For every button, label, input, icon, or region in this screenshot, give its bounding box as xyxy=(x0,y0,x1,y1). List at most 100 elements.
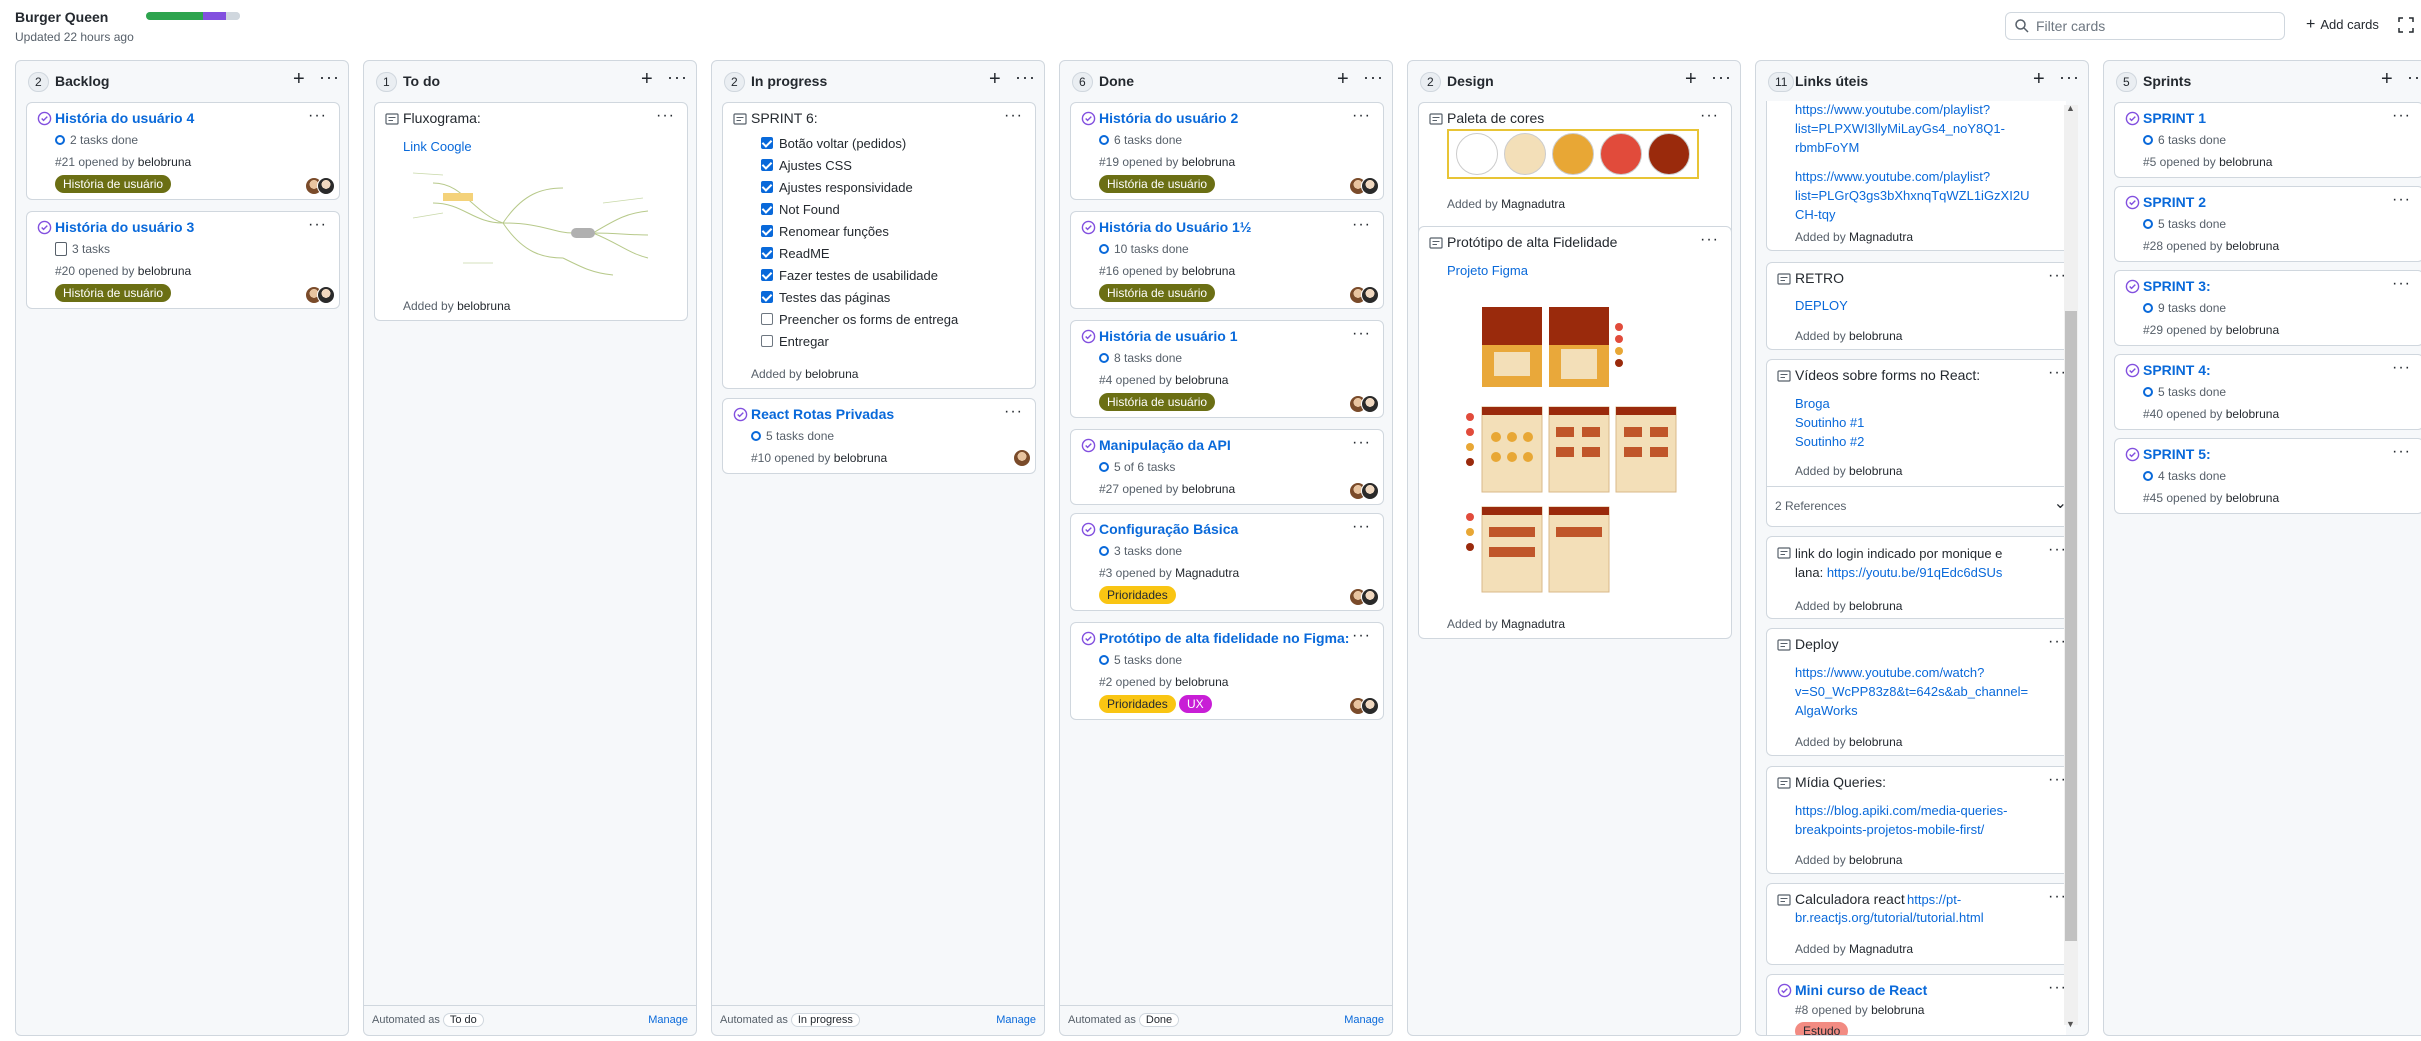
filter-cards-input-wrapper[interactable] xyxy=(2005,12,2285,40)
card-menu-button[interactable]: ··· xyxy=(1352,627,1371,645)
issue-card[interactable]: SPRINT 2 ··· 5 tasks done #28 opened by bel… xyxy=(2114,186,2421,262)
avatar[interactable] xyxy=(1013,449,1031,467)
issue-card[interactable]: SPRINT 3: ··· 9 tasks done #29 opened by be… xyxy=(2114,270,2421,346)
checkbox[interactable] xyxy=(761,137,773,149)
card-menu-button[interactable]: ··· xyxy=(2392,359,2411,377)
add-card-button[interactable]: + xyxy=(293,68,305,91)
note-link[interactable]: breakpoints-projetos-mobile-first/ xyxy=(1795,822,1984,837)
issue-title[interactable]: Mini curso de React xyxy=(1795,982,1927,998)
manage-automation-link[interactable]: Manage xyxy=(996,1014,1036,1026)
manage-automation-link[interactable]: Manage xyxy=(648,1014,688,1026)
card-menu-button[interactable]: ··· xyxy=(1700,107,1719,125)
note-link[interactable]: AlgaWorks xyxy=(1795,703,1858,718)
filter-cards-input[interactable] xyxy=(2036,17,2276,35)
issue-card[interactable]: História do Usuário 1½ ··· 10 tasks done #1… xyxy=(1070,211,1384,309)
issue-title[interactable]: Configuração Básica xyxy=(1099,521,1238,537)
label-ux[interactable]: UX xyxy=(1179,695,1212,713)
fullscreen-icon[interactable] xyxy=(2398,17,2414,33)
label-estudo[interactable]: Estudo xyxy=(1795,1022,1849,1035)
checklist-item[interactable]: Ajustes responsividade xyxy=(761,180,913,195)
note-card[interactable]: Calculadora react https://pt-br.reactjs.… xyxy=(1766,883,2066,965)
card-menu-button[interactable]: ··· xyxy=(1352,216,1371,234)
column-menu-button[interactable]: ··· xyxy=(1015,67,1036,88)
column-menu-button[interactable]: ··· xyxy=(667,67,688,88)
checklist-item[interactable]: Renomear funções xyxy=(761,224,889,239)
add-card-button[interactable]: + xyxy=(2381,68,2393,91)
scroll-down-arrow-icon[interactable]: ▼ xyxy=(2066,1019,2075,1029)
avatar[interactable] xyxy=(1361,177,1379,195)
add-card-button[interactable]: + xyxy=(2033,68,2045,91)
card-menu-button[interactable]: ··· xyxy=(2392,107,2411,125)
card-menu-button[interactable]: ··· xyxy=(2392,275,2411,293)
label-hist-ria-de-usu-rio[interactable]: História de usuário xyxy=(1099,175,1216,193)
note-link[interactable]: https://www.youtube.com/watch? xyxy=(1795,665,1984,680)
checklist-item[interactable]: ReadME xyxy=(761,246,830,261)
add-cards-button[interactable]: + Add cards xyxy=(2306,16,2379,34)
issue-card[interactable]: Protótipo de alta fidelidade no Figma: ··… xyxy=(1070,622,1384,720)
checklist-item[interactable]: Not Found xyxy=(761,202,840,217)
add-card-button[interactable]: + xyxy=(989,68,1001,91)
card-menu-button[interactable]: ··· xyxy=(1700,231,1719,249)
checkbox[interactable] xyxy=(761,181,773,193)
avatar[interactable] xyxy=(317,286,335,304)
add-card-button[interactable]: + xyxy=(641,68,653,91)
card-menu-button[interactable]: ··· xyxy=(2392,191,2411,209)
issue-card[interactable]: SPRINT 1 ··· 6 tasks done #5 opened by belo… xyxy=(2114,102,2421,178)
checkbox[interactable] xyxy=(761,203,773,215)
card-menu-button[interactable]: ··· xyxy=(2392,443,2411,461)
issue-title[interactable]: SPRINT 4: xyxy=(2143,362,2211,378)
label-hist-ria-de-usu-rio[interactable]: História de usuário xyxy=(1099,284,1216,302)
note-link[interactable]: rbmbFoYM xyxy=(1795,140,1859,155)
checklist-item[interactable]: Fazer testes de usabilidade xyxy=(761,268,938,283)
card-menu-button[interactable]: ··· xyxy=(656,107,675,125)
note-card[interactable]: RETRO ··· DEPLOY Added by belobruna xyxy=(1766,262,2066,350)
label-historia-de-usuario[interactable]: História de usuário xyxy=(55,175,172,193)
column-menu-button[interactable]: ··· xyxy=(319,67,340,88)
note-card[interactable]: Deploy ··· https://www.youtube.com/watch? v… xyxy=(1766,628,2066,756)
issue-title[interactable]: História do usuário 2 xyxy=(1099,110,1238,126)
issue-card[interactable]: React Rotas Privadas ··· 5 tasks done #1… xyxy=(722,398,1036,474)
note-card[interactable]: Fluxograma: ··· Link Coogle Added by bel… xyxy=(374,102,688,321)
card-menu-button[interactable]: ··· xyxy=(1352,434,1371,452)
issue-card[interactable]: SPRINT 5: ··· 4 tasks done #45 opened by be… xyxy=(2114,438,2421,514)
avatar[interactable] xyxy=(1361,286,1379,304)
manage-automation-link[interactable]: Manage xyxy=(1344,1014,1384,1026)
issue-card[interactable]: História de usuário 1 ··· 8 tasks done #4 o… xyxy=(1070,320,1384,418)
issue-title[interactable]: React Rotas Privadas xyxy=(751,406,894,422)
issue-card[interactable]: História do usuário 3 ··· 3 tasks #20 op… xyxy=(26,211,340,309)
checkbox[interactable] xyxy=(761,313,773,325)
issue-card[interactable]: História do usuário 4 ··· 2 tasks done #… xyxy=(26,102,340,200)
issue-card[interactable]: História do usuário 2 ··· 6 tasks done #19 … xyxy=(1070,102,1384,200)
note-card[interactable]: Mídia Queries: ··· https://blog.apiki.com/… xyxy=(1766,766,2066,874)
checkbox[interactable] xyxy=(761,159,773,171)
checkbox[interactable] xyxy=(761,269,773,281)
note-link[interactable]: v=S0_WcPP83z8&t=642s&ab_channel= xyxy=(1795,684,2028,699)
checklist-item[interactable]: Botão voltar (pedidos) xyxy=(761,136,906,151)
checklist-item[interactable]: Testes das páginas xyxy=(761,290,890,305)
note-link[interactable]: Link Coogle xyxy=(403,139,472,154)
checkbox[interactable] xyxy=(761,247,773,259)
note-card[interactable]: Protótipo de alta Fidelidade ··· Projeto… xyxy=(1418,226,1732,639)
note-link[interactable]: https://youtu.be/91qEdc6dSUs xyxy=(1827,565,2003,580)
note-card[interactable]: Vídeos sobre forms no React: ··· Broga Sout… xyxy=(1766,359,2066,527)
checklist-item[interactable]: Ajustes CSS xyxy=(761,158,852,173)
issue-title[interactable]: Protótipo de alta fidelidade no Figma: xyxy=(1099,630,1349,646)
column-menu-button[interactable]: ··· xyxy=(1363,67,1384,88)
avatar[interactable] xyxy=(1361,588,1379,606)
note-link[interactable]: https://www.youtube.com/playlist? xyxy=(1795,102,1990,117)
card-menu-button[interactable]: ··· xyxy=(1352,107,1371,125)
checklist-item[interactable]: Entregar xyxy=(761,334,829,349)
note-link[interactable]: DEPLOY xyxy=(1795,298,1848,313)
note-link[interactable]: Soutinho #1 xyxy=(1795,415,1864,430)
column-menu-button[interactable]: ··· xyxy=(1711,67,1732,88)
note-card[interactable]: SPRINT 6: ··· Botão voltar (pedidos) Ajus… xyxy=(722,102,1036,389)
note-link[interactable]: https://blog.apiki.com/media-queries- xyxy=(1795,803,2007,818)
issue-card[interactable]: Manipulação da API ··· 5 of 6 tasks #27 ope… xyxy=(1070,429,1384,505)
issue-title[interactable]: SPRINT 2 xyxy=(2143,194,2206,210)
label-hist-ria-de-usu-rio[interactable]: História de usuário xyxy=(1099,393,1216,411)
scrollbar-thumb[interactable] xyxy=(2065,311,2077,941)
note-card[interactable]: https://www.youtube.com/playlist? list=PL… xyxy=(1766,101,2066,251)
issue-title[interactable]: História do usuário 3 xyxy=(55,219,194,235)
column-menu-button[interactable]: ··· xyxy=(2059,67,2080,88)
issue-card[interactable]: SPRINT 4: ··· 5 tasks done #40 opened by be… xyxy=(2114,354,2421,430)
